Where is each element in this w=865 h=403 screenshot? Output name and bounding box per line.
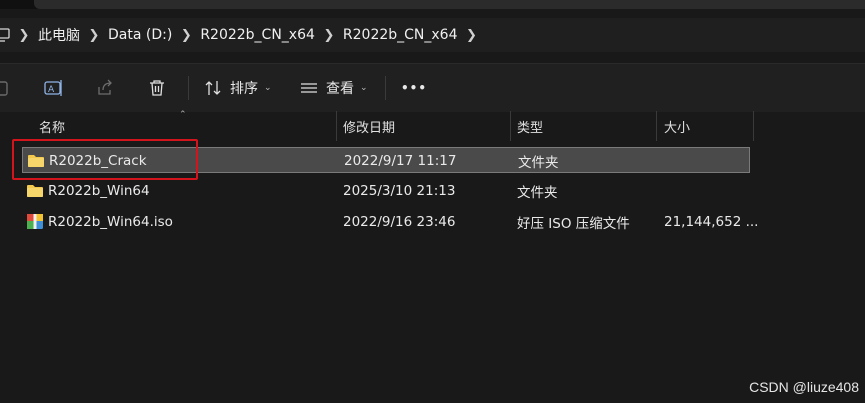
sort-label: 排序 bbox=[230, 81, 258, 97]
chevron-right-icon[interactable]: ❯ bbox=[315, 28, 343, 43]
sort-icon bbox=[205, 81, 221, 95]
column-size-header[interactable]: 大小 bbox=[664, 111, 690, 141]
column-divider[interactable] bbox=[510, 111, 511, 141]
column-divider[interactable] bbox=[753, 111, 754, 141]
view-label: 查看 bbox=[326, 81, 354, 97]
command-bar: A 排序 ⌄ 查看 ⌄ ••• bbox=[0, 63, 865, 112]
chevron-right-icon[interactable]: ❯ bbox=[80, 28, 108, 43]
rename-icon: A bbox=[44, 80, 62, 96]
file-type: 文件夹 bbox=[518, 155, 559, 171]
window-tab-area bbox=[34, 0, 865, 9]
chevron-down-icon: ⌄ bbox=[264, 83, 272, 93]
column-type-header[interactable]: 类型 bbox=[517, 111, 543, 141]
column-divider[interactable] bbox=[656, 111, 657, 141]
file-name: R2022b_Win64 bbox=[48, 183, 150, 199]
table-row[interactable]: R2022b_Win64.iso 2022/9/16 23:46 好压 ISO … bbox=[22, 209, 758, 235]
share-button[interactable] bbox=[96, 64, 114, 112]
view-icon bbox=[301, 83, 317, 93]
breadcrumb-item-this-pc[interactable]: 此电脑 bbox=[38, 25, 80, 45]
file-type: 文件夹 bbox=[517, 185, 558, 201]
address-bar[interactable]: ❯ 此电脑 ❯ Data (D:) ❯ R2022b_CN_x64 ❯ R202… bbox=[0, 18, 865, 52]
breadcrumb-item-drive[interactable]: Data (D:) bbox=[108, 27, 172, 43]
highlight-annotation-box bbox=[12, 139, 198, 180]
trash-icon bbox=[150, 80, 164, 96]
delete-button[interactable] bbox=[148, 64, 166, 112]
breadcrumb-item-folder-2[interactable]: R2022b_CN_x64 bbox=[343, 27, 458, 43]
more-options-button[interactable]: ••• bbox=[401, 64, 427, 112]
window-top-strip bbox=[0, 0, 865, 9]
column-name-header[interactable]: 名称 bbox=[39, 111, 65, 141]
paste-button[interactable] bbox=[0, 64, 10, 112]
toolbar-divider bbox=[188, 76, 189, 100]
table-row[interactable]: R2022b_Win64 2025/3/10 21:13 文件夹 bbox=[22, 178, 750, 204]
watermark: CSDN @liuze408 bbox=[749, 379, 859, 395]
sort-ascending-icon: ⌃ bbox=[179, 110, 187, 120]
file-size: 21,144,652 ... bbox=[664, 214, 759, 230]
chevron-right-icon[interactable]: ❯ bbox=[458, 28, 486, 43]
this-pc-icon[interactable] bbox=[0, 27, 10, 43]
rename-button[interactable]: A bbox=[44, 64, 64, 112]
file-modified: 2022/9/16 23:46 bbox=[343, 214, 456, 230]
toolbar-divider bbox=[385, 76, 386, 100]
svg-text:A: A bbox=[48, 85, 55, 95]
chevron-right-icon[interactable]: ❯ bbox=[172, 28, 200, 43]
file-modified: 2022/9/17 11:17 bbox=[344, 153, 457, 169]
view-button[interactable]: 查看 ⌄ bbox=[300, 64, 368, 112]
column-divider[interactable] bbox=[336, 111, 337, 141]
share-icon bbox=[98, 79, 112, 95]
column-header: 名称 修改日期 类型 大小 bbox=[0, 111, 865, 141]
breadcrumb-item-folder-1[interactable]: R2022b_CN_x64 bbox=[200, 27, 315, 43]
file-modified: 2025/3/10 21:13 bbox=[343, 183, 456, 199]
column-modified-header[interactable]: 修改日期 bbox=[343, 111, 395, 141]
chevron-right-icon[interactable]: ❯ bbox=[10, 28, 38, 43]
file-type: 好压 ISO 压缩文件 bbox=[517, 216, 630, 232]
breadcrumb: ❯ 此电脑 ❯ Data (D:) ❯ R2022b_CN_x64 ❯ R202… bbox=[0, 18, 486, 52]
file-name: R2022b_Win64.iso bbox=[48, 214, 173, 230]
chevron-down-icon: ⌄ bbox=[360, 83, 368, 93]
paste-icon bbox=[0, 81, 8, 96]
sort-button[interactable]: 排序 ⌄ bbox=[204, 64, 272, 112]
folder-icon bbox=[26, 183, 44, 202]
archive-file-icon bbox=[26, 213, 44, 234]
